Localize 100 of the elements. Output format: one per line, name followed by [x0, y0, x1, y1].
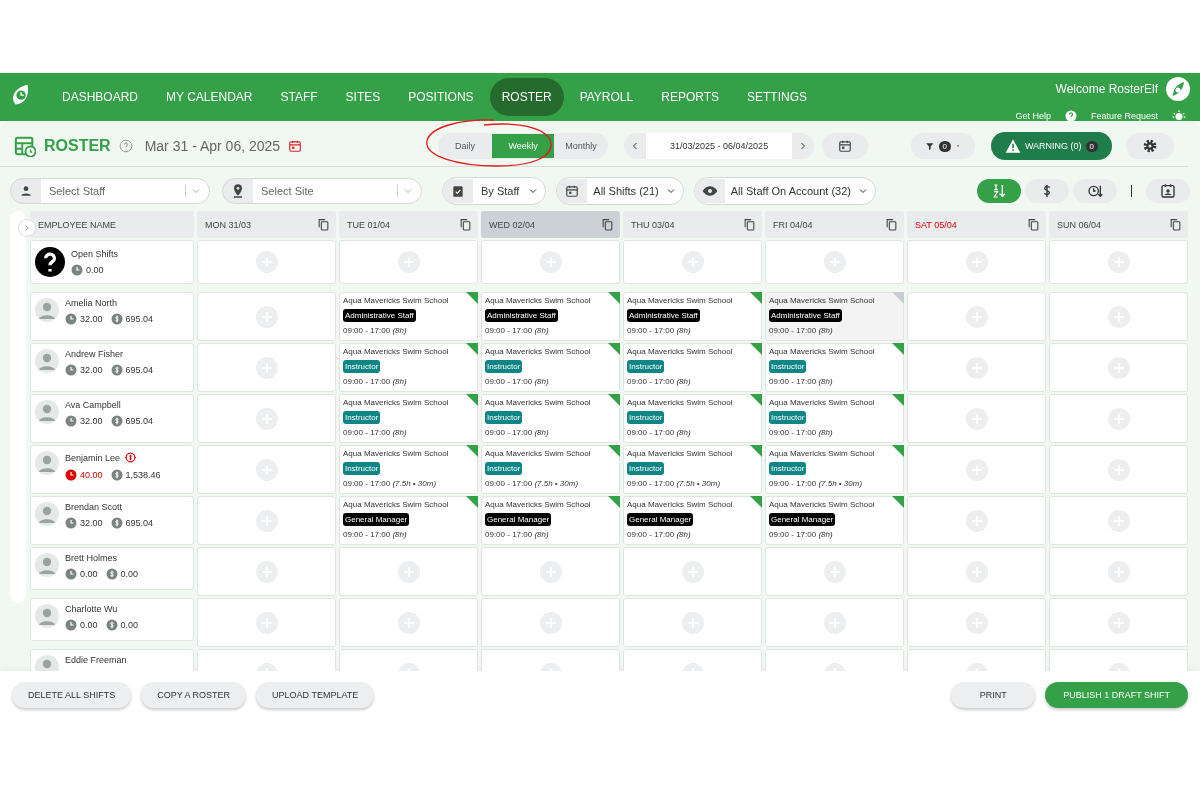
employee-card[interactable]: Brett Holmes 0.00 0.00 — [30, 547, 194, 590]
avatar-icon — [35, 298, 59, 322]
shift-card[interactable]: Aqua Mavericks Swim School Instructor 09:00 - 17:00 (7.5h • 30m) — [481, 445, 620, 494]
employee-name: Andrew Fisher — [65, 349, 124, 359]
dollar-icon — [105, 568, 118, 580]
dollar-icon — [105, 619, 118, 631]
group-by-dropdown[interactable]: By Staff — [442, 177, 547, 205]
hours-value: 32.00 — [80, 416, 103, 426]
shift-time: 09:00 - 17:00 (8h) — [343, 377, 407, 386]
copy-icon — [743, 218, 756, 231]
shift-card[interactable]: Aqua Mavericks Swim School General Manager 09:00 - 17:00 (8h) — [481, 496, 620, 545]
employee-card[interactable]: Charlotte Wu 0.00 0.00 — [30, 598, 194, 641]
employee-card[interactable]: Eddie Freeman — [30, 649, 194, 671]
shift-time: 09:00 - 17:00 (7.5h • 30m) — [343, 479, 437, 488]
copy-icon — [1169, 218, 1182, 231]
employee-card[interactable]: Brendan Scott 32.00 695.04 — [30, 496, 194, 545]
view-tab[interactable]: Daily — [438, 133, 493, 159]
shift-card[interactable]: Aqua Mavericks Swim School Administrative Staff 09:00 - 17:00 (8h) — [623, 292, 762, 341]
employee-card[interactable]: Ava Campbell 32.00 695.04 — [30, 394, 194, 443]
shift-card[interactable]: Aqua Mavericks Swim School Instructor 09:00 - 17:00 (8h) — [623, 343, 762, 392]
sort-button[interactable] — [1073, 179, 1117, 203]
shift-card[interactable]: Aqua Mavericks Swim School General Manager 09:00 - 17:00 (8h) — [765, 496, 904, 545]
position-tag: Instructor — [769, 360, 807, 373]
site-name: Aqua Mavericks Swim School — [769, 347, 875, 356]
shift-card[interactable]: Aqua Mavericks Swim School General Manager 09:00 - 17:00 (8h) — [623, 496, 762, 545]
employee-card[interactable]: Amelia North 32.00 695.04 — [30, 292, 194, 341]
shift-card[interactable]: Aqua Mavericks Swim School Instructor 09:00 - 17:00 (8h) — [623, 394, 762, 443]
calendar-icon — [565, 184, 580, 198]
shift-card[interactable]: Aqua Mavericks Swim School Instructor 09:00 - 17:00 (8h) — [481, 343, 620, 392]
staff-select[interactable]: Select Staff — [10, 178, 210, 204]
footer-button[interactable]: COPY A ROSTER — [141, 682, 247, 708]
cost-value: 695.04 — [125, 518, 154, 528]
employee-card[interactable]: Andrew Fisher 32.00 695.04 — [30, 343, 194, 392]
position-tag: Instructor — [769, 462, 807, 475]
dollar-icon — [110, 517, 123, 529]
site-name: Aqua Mavericks Swim School — [343, 347, 449, 356]
staff-scope-dropdown[interactable]: All Staff On Account (32) — [693, 177, 876, 205]
avatar-icon — [35, 400, 59, 424]
employee-name: Brett Holmes — [65, 553, 117, 563]
shifts-dropdown[interactable]: All Shifts (21) — [556, 177, 684, 205]
shift-card[interactable]: Aqua Mavericks Swim School Administrative Staff 09:00 - 17:00 (8h) — [481, 292, 620, 341]
shift-card[interactable]: Aqua Mavericks Swim School Instructor 09:00 - 17:00 (7.5h • 30m) — [623, 445, 762, 494]
site-name: Aqua Mavericks Swim School — [627, 347, 733, 356]
employee-card[interactable]: Benjamin Lee 40.00 1,538.46 — [30, 445, 194, 494]
column-header: EMPLOYEE NAME — [30, 211, 194, 238]
site-select[interactable]: Select Site — [222, 178, 422, 204]
shift-card[interactable]: Aqua Mavericks Swim School Instructor 09:00 - 17:00 (8h) — [339, 343, 478, 392]
hours-value: 0.00 — [86, 264, 104, 275]
shift-time: 09:00 - 17:00 (8h) — [485, 530, 549, 539]
site-name: Aqua Mavericks Swim School — [485, 296, 591, 305]
page-title: ROSTER — [44, 137, 111, 155]
calendar-icon — [838, 139, 853, 153]
print-button[interactable]: PRINT — [951, 682, 1036, 708]
question-icon — [35, 247, 65, 277]
warning-button[interactable]: WARNING (0) 0 — [990, 132, 1112, 160]
eye-icon — [701, 183, 718, 199]
employee-name: Open Shifts — [71, 248, 119, 259]
day-label: FRI 04/04 — [773, 219, 813, 230]
employee-name: Charlotte Wu — [65, 604, 118, 614]
shift-card[interactable]: Aqua Mavericks Swim School Instructor 09:00 - 17:00 (8h) — [765, 343, 904, 392]
view-tab[interactable]: Monthly — [554, 133, 609, 159]
shift-time: 09:00 - 17:00 (8h) — [769, 428, 833, 437]
site-name: Aqua Mavericks Swim School — [343, 398, 449, 407]
shift-card[interactable]: Aqua Mavericks Swim School Instructor 09:00 - 17:00 (7.5h • 30m) — [765, 445, 904, 494]
period-field[interactable]: 31/03/2025 - 06/04/2025 — [646, 133, 793, 159]
filter-button[interactable]: 0 — [910, 133, 975, 159]
settings-button[interactable] — [1126, 133, 1174, 159]
position-tag: General Manager — [627, 513, 694, 526]
calendar-button[interactable] — [822, 133, 869, 159]
shift-card[interactable]: Aqua Mavericks Swim School Administrative Staff 09:00 - 17:00 (8h) — [339, 292, 478, 341]
sort-button[interactable] — [1025, 179, 1069, 203]
day-label: THU 03/04 — [631, 219, 675, 230]
shift-card[interactable]: Aqua Mavericks Swim School Instructor 09:00 - 17:00 (8h) — [765, 394, 904, 443]
shift-card[interactable]: Aqua Mavericks Swim School Administrative Staff 09:00 - 17:00 (8h) — [765, 292, 904, 341]
footer-button[interactable]: UPLOAD TEMPLATE — [256, 682, 375, 708]
avatar-icon — [35, 349, 59, 373]
position-tag: Administrative Staff — [485, 309, 558, 322]
shift-time: 09:00 - 17:00 (8h) — [769, 326, 833, 335]
staff-calendar-button[interactable] — [1146, 179, 1190, 203]
shift-card[interactable]: Aqua Mavericks Swim School General Manager 09:00 - 17:00 (8h) — [339, 496, 478, 545]
site-name: Aqua Mavericks Swim School — [769, 500, 875, 509]
site-name: Aqua Mavericks Swim School — [769, 449, 875, 458]
position-tag: Instructor — [485, 411, 523, 424]
shift-card[interactable]: Aqua Mavericks Swim School Instructor 09:00 - 17:00 (8h) — [339, 394, 478, 443]
site-name: Aqua Mavericks Swim School — [485, 449, 591, 458]
employee-name: Amelia North — [65, 298, 118, 308]
warning-icon — [1004, 138, 1021, 154]
filter-count: 0 — [938, 140, 951, 152]
footer-button[interactable]: DELETE ALL SHIFTS — [12, 682, 132, 708]
shift-card[interactable]: Aqua Mavericks Swim School Instructor 09:00 - 17:00 (8h) — [481, 394, 620, 443]
nav-tab[interactable]: ROSTER — [489, 78, 564, 116]
hours-value: 0.00 — [80, 620, 98, 630]
day-label: TUE 01/04 — [347, 219, 391, 230]
shift-time: 09:00 - 17:00 (8h) — [627, 326, 691, 335]
clipboard-check-icon — [451, 184, 465, 198]
site-name: Aqua Mavericks Swim School — [769, 398, 875, 407]
shift-card[interactable]: Aqua Mavericks Swim School Instructor 09:00 - 17:00 (7.5h • 30m) — [339, 445, 478, 494]
avatar-icon — [1166, 77, 1190, 101]
copy-icon — [459, 218, 472, 231]
person-icon — [19, 184, 33, 198]
